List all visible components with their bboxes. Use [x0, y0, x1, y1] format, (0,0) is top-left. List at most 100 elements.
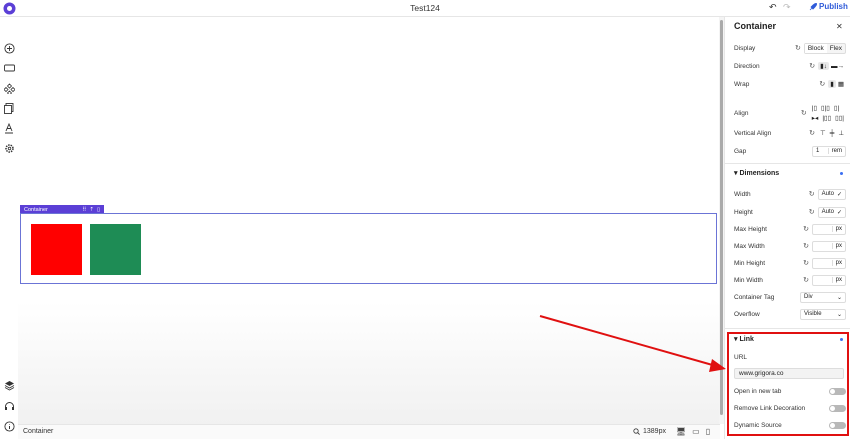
reset-icon[interactable]: ↻ [803, 276, 809, 284]
annotation-highlight-box [727, 332, 849, 436]
max-width-unit[interactable]: px [831, 243, 845, 249]
desktop-view-icon[interactable]: 🖥︎ [676, 427, 686, 436]
align-row: Align ↻ |▯ ▯|▯ ▯| ▸◂ |▯▯ ▯▯| [734, 103, 846, 123]
reset-icon[interactable]: ↻ [803, 242, 809, 250]
typography-icon[interactable] [3, 122, 15, 134]
max-height-unit[interactable]: px [831, 226, 845, 232]
left-sidebar [0, 17, 18, 439]
reset-icon[interactable]: ↻ [803, 259, 809, 267]
max-height-input[interactable]: px [812, 223, 846, 235]
support-headset-icon[interactable] [3, 400, 15, 412]
min-height-unit[interactable]: px [831, 260, 845, 266]
display-option-block[interactable]: Block [804, 43, 827, 53]
min-height-row: Min Height ↻ px [734, 257, 846, 269]
reset-icon[interactable]: ↻ [809, 62, 815, 70]
height-select[interactable]: Auto ✓ [817, 206, 846, 218]
reset-icon[interactable]: ↻ [801, 109, 807, 117]
mobile-view-icon[interactable]: ▯ [706, 427, 710, 436]
publish-button[interactable]: Publish [809, 2, 848, 11]
container-tag-label: Container Tag [734, 293, 775, 301]
layers-icon[interactable] [3, 379, 15, 391]
undo-icon[interactable]: ↶ [769, 2, 777, 13]
settings-gear-icon[interactable] [3, 142, 15, 154]
max-width-row: Max Width ↻ px [734, 240, 846, 252]
green-box-element[interactable] [90, 224, 141, 275]
dimensions-modified-dot [840, 172, 843, 175]
reset-icon[interactable]: ↻ [809, 129, 815, 137]
width-row: Width ↻ Auto ✓ [734, 188, 846, 200]
reset-icon[interactable]: ↻ [819, 80, 825, 88]
delete-icon[interactable]: ▯ [97, 207, 100, 213]
overflow-row: Overflow Visible ⌄ [734, 308, 846, 320]
width-label: Width [734, 190, 751, 198]
divider [725, 328, 850, 329]
editor-canvas[interactable]: Container ⠿ ⇡ ▯ [18, 17, 720, 424]
check-icon: ✓ [836, 191, 842, 198]
wrap-label: Wrap [734, 80, 750, 88]
align-between-icon[interactable]: ▸◂ [810, 114, 821, 122]
vertical-align-label: Vertical Align [734, 129, 772, 137]
zoom-indicator[interactable]: 1389px [633, 428, 666, 435]
display-label: Display [734, 44, 756, 52]
canvas-scroll-thumb[interactable] [720, 20, 723, 415]
reset-icon[interactable]: ↻ [795, 44, 801, 52]
components-icon[interactable] [3, 82, 15, 94]
display-toggle[interactable]: Block Flex [803, 42, 846, 54]
align-label: Align [734, 109, 749, 117]
chevron-down-icon: ⌄ [836, 311, 842, 318]
reset-icon[interactable]: ↻ [803, 225, 809, 233]
max-width-input[interactable]: px [812, 240, 846, 252]
breadcrumb[interactable]: Container [23, 428, 53, 435]
overflow-select[interactable]: Visible ⌄ [800, 308, 846, 320]
wrap-icon[interactable]: ▦ [836, 80, 846, 88]
add-element-icon[interactable] [3, 42, 15, 54]
valign-top-icon[interactable]: ⊤ [818, 129, 828, 137]
reset-icon[interactable]: ↻ [809, 190, 815, 198]
container-tag-label: Container [24, 206, 48, 213]
direction-label: Direction [734, 62, 760, 70]
gap-unit[interactable]: rem [827, 148, 845, 154]
top-bar: Test124 ↶ ↷ Publish [0, 0, 850, 17]
min-width-unit[interactable]: px [831, 277, 845, 283]
valign-middle-icon[interactable]: ╪ [828, 130, 837, 137]
close-icon[interactable]: ✕ [836, 22, 843, 31]
direction-row-icon[interactable]: ▮↓ [818, 62, 829, 70]
overflow-value: Visible [804, 311, 822, 317]
gap-input[interactable]: 1 rem [812, 145, 846, 157]
document-title: Test124 [410, 3, 440, 13]
info-icon[interactable] [3, 420, 15, 432]
align-start-icon[interactable]: |▯ [810, 104, 819, 112]
panel-title: Container [734, 21, 777, 31]
max-width-label: Max Width [734, 242, 765, 250]
min-height-input[interactable]: px [812, 257, 846, 269]
width-select[interactable]: Auto ✓ [817, 188, 846, 200]
min-width-label: Min Width [734, 276, 763, 284]
pages-icon[interactable] [3, 102, 15, 114]
align-options: |▯ ▯|▯ ▯| ▸◂ |▯▯ ▯▯| [810, 104, 846, 122]
redo-icon[interactable]: ↷ [783, 2, 791, 13]
direction-column-icon[interactable]: ▬→ [829, 63, 846, 70]
align-end-icon[interactable]: ▯| [832, 104, 841, 112]
zoom-value: 1389px [643, 428, 666, 435]
min-width-input[interactable]: px [812, 274, 846, 286]
layout-icon[interactable] [3, 62, 15, 74]
tablet-view-icon[interactable]: ▭ [692, 427, 700, 436]
nowrap-icon[interactable]: ▮ [828, 80, 836, 88]
drag-handle-icon[interactable]: ⠿ [82, 207, 86, 213]
gap-value[interactable]: 1 [813, 148, 828, 154]
min-height-label: Min Height [734, 259, 766, 267]
valign-bottom-icon[interactable]: ⊥ [836, 129, 846, 137]
move-up-icon[interactable]: ⇡ [89, 207, 94, 213]
height-label: Height [734, 208, 753, 216]
red-box-element[interactable] [31, 224, 82, 275]
align-center-icon[interactable]: ▯|▯ [819, 104, 832, 112]
width-value: Auto [821, 191, 834, 197]
display-option-flex[interactable]: Flex [827, 44, 845, 53]
dimensions-section-header[interactable]: ▾ Dimensions [734, 169, 779, 177]
align-around-icon[interactable]: |▯▯ [820, 114, 833, 122]
align-evenly-icon[interactable]: ▯▯| [833, 114, 846, 122]
container-element[interactable] [20, 213, 717, 284]
reset-icon[interactable]: ↻ [809, 208, 815, 216]
container-tag-select[interactable]: Div ⌄ [800, 291, 846, 303]
chevron-down-icon: ⌄ [836, 294, 842, 301]
